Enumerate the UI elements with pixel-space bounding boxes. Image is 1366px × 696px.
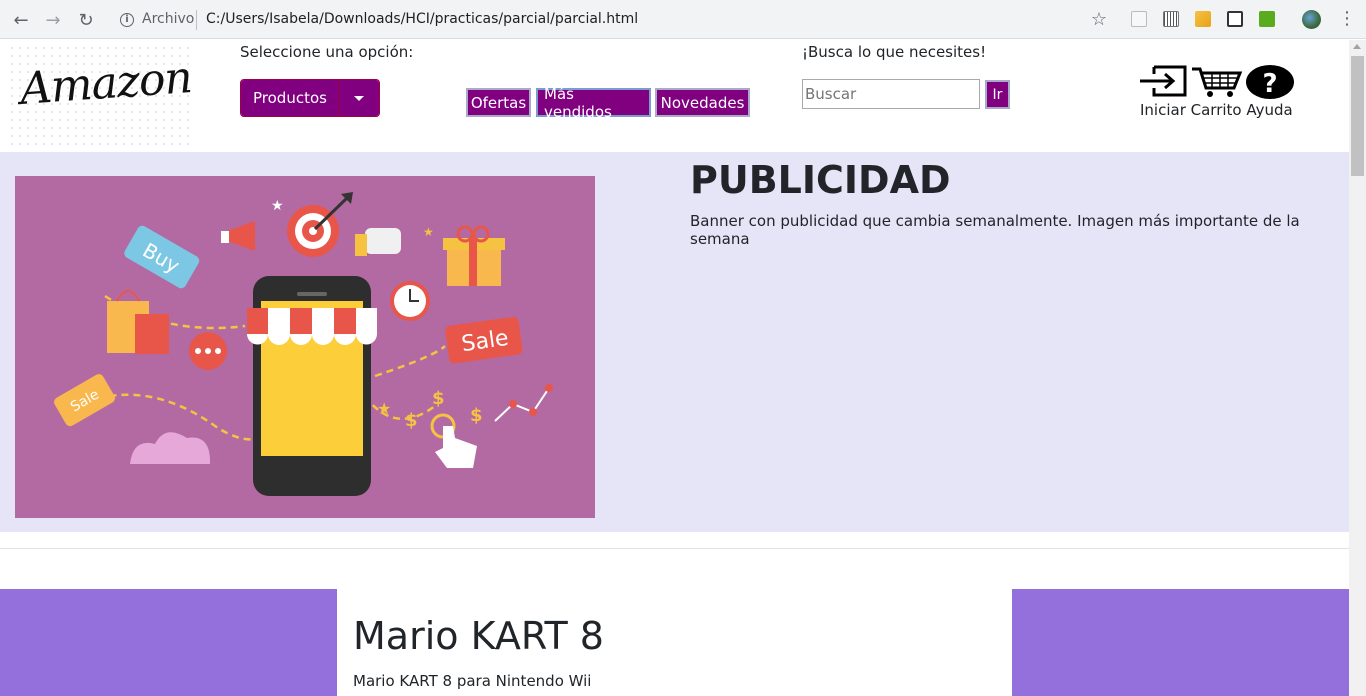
divider xyxy=(196,10,197,30)
search-go-button[interactable]: Ir xyxy=(985,80,1010,109)
small-sale-tag: Sale xyxy=(54,374,115,427)
ad-banner-image[interactable]: Buy Sale Sale $ $ $ ★ ★ ★ xyxy=(15,176,595,518)
svg-text:?: ? xyxy=(1262,69,1277,99)
login-icon[interactable] xyxy=(1140,65,1187,97)
info-icon[interactable]: i xyxy=(120,13,134,27)
shopping-illustration: Buy Sale Sale $ $ $ ★ ★ ★ xyxy=(54,192,553,496)
megaphone-icon xyxy=(227,221,255,251)
nav-novedades-button[interactable]: Novedades xyxy=(655,88,750,117)
extension-pencil-icon[interactable] xyxy=(1195,11,1211,27)
dollar-icon: $ xyxy=(405,410,418,431)
more-menu-icon[interactable]: ⋮ xyxy=(1338,8,1356,29)
product-side-panel-right xyxy=(1012,589,1349,696)
svg-text:★: ★ xyxy=(271,198,284,214)
phone-illustration xyxy=(247,276,377,496)
forward-icon[interactable]: → xyxy=(41,8,65,32)
url-text[interactable]: C:/Users/Isabela/Downloads/HCI/practicas… xyxy=(206,11,638,27)
svg-text:★: ★ xyxy=(423,225,434,239)
target-icon xyxy=(287,192,353,257)
search-label: ¡Busca lo que necesites! xyxy=(802,43,987,61)
header-icons-svg: ? xyxy=(1140,65,1294,99)
productos-button[interactable]: Productos xyxy=(241,80,339,116)
growth-chart-icon xyxy=(494,384,553,422)
account-icon-labels: Iniciar Carrito Ayuda xyxy=(1140,101,1293,119)
security-label: Archivo xyxy=(142,11,195,27)
bookmark-star-icon[interactable]: ☆ xyxy=(1091,9,1107,30)
extension-cors-icon[interactable] xyxy=(1259,11,1275,27)
page-content: Amazon Seleccione una opción: Productos … xyxy=(0,40,1349,696)
section-divider xyxy=(0,548,1349,549)
svg-text:$: $ xyxy=(432,388,445,409)
banner-description: Banner con publicidad que cambia semanal… xyxy=(690,212,1300,248)
cloud-icon xyxy=(130,432,211,464)
banner-title: PUBLICIDAD xyxy=(690,158,951,202)
gift-icon xyxy=(443,225,505,286)
extension-barcode-icon[interactable] xyxy=(1163,11,1179,27)
dropdown-toggle[interactable] xyxy=(338,80,379,116)
nav-mas-vendidos-button[interactable]: Más vendidos xyxy=(536,85,651,121)
chevron-down-icon xyxy=(354,95,365,101)
extension-frame-icon[interactable] xyxy=(1227,11,1243,27)
nav-ofertas-button[interactable]: Ofertas xyxy=(466,88,531,117)
product-title: Mario KART 8 xyxy=(353,614,604,658)
sale-tag: Sale xyxy=(445,316,523,364)
help-icon[interactable]: ? xyxy=(1246,65,1294,99)
account-icons: ? xyxy=(1138,64,1298,100)
browser-toolbar: ← → ↻ i Archivo C:/Users/Isabela/Downloa… xyxy=(0,0,1366,39)
clock-icon xyxy=(390,281,430,321)
product-side-panel-left xyxy=(0,589,337,696)
address-bar[interactable]: i Archivo C:/Users/Isabela/Downloads/HCI… xyxy=(108,6,1117,34)
site-logo[interactable]: Amazon xyxy=(8,44,194,150)
ad-banner: Buy Sale Sale $ $ $ ★ ★ ★ PUBLICIDAD Ban… xyxy=(0,152,1349,532)
logo-text: Amazon xyxy=(18,52,194,115)
extension-pocket-icon[interactable] xyxy=(1131,11,1147,27)
svg-text:$: $ xyxy=(470,405,483,426)
site-header: Amazon Seleccione una opción: Productos … xyxy=(0,40,1349,152)
scroll-up-arrow-icon[interactable] xyxy=(1353,44,1361,49)
cart-icon[interactable] xyxy=(1192,67,1243,97)
back-icon[interactable]: ← xyxy=(9,8,33,32)
search-input[interactable] xyxy=(802,79,980,109)
select-option-label: Seleccione una opción: xyxy=(240,43,414,61)
scroll-thumb[interactable] xyxy=(1351,56,1364,176)
productos-dropdown[interactable]: Productos xyxy=(240,79,380,117)
buy-tag: Buy xyxy=(124,225,200,289)
product-description: Mario KART 8 para Nintendo Wii xyxy=(353,672,592,690)
page-scrollbar[interactable] xyxy=(1349,40,1366,696)
svg-text:★: ★ xyxy=(377,399,391,418)
reload-icon[interactable]: ↻ xyxy=(74,8,98,32)
profile-avatar[interactable] xyxy=(1302,10,1321,29)
thumbs-up-icon xyxy=(365,228,401,254)
